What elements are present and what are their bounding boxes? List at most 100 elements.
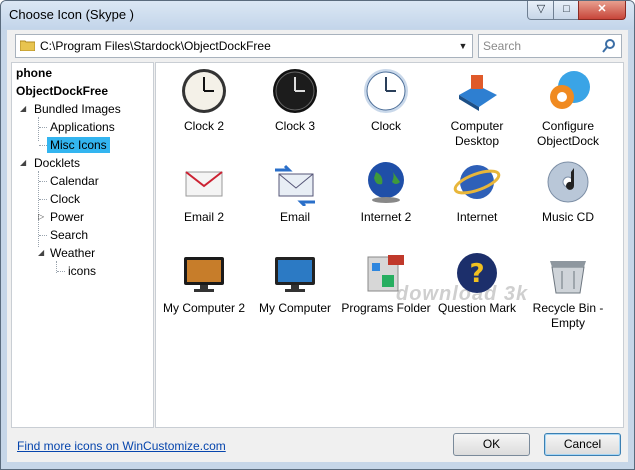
tree-item-phone[interactable]: phone [16, 65, 52, 81]
expanded-arrow-icon[interactable]: ◢ [38, 245, 44, 261]
folder-tree: phone ObjectDockFree ◢ Bundled Images Ap… [11, 62, 154, 428]
icon-label: Email [279, 210, 310, 224]
icon-item-internet[interactable]: Internet [432, 158, 522, 225]
icon-item-internet-2[interactable]: Internet 2 [341, 158, 431, 225]
search-icon[interactable] [601, 38, 617, 54]
icon-item-recycle-bin-empty[interactable]: Recycle Bin - Empty [523, 249, 613, 331]
icon-label: Clock 2 [183, 119, 224, 133]
tree-guide-line [39, 199, 47, 200]
ok-button[interactable]: OK [453, 433, 530, 456]
tree-item-search[interactable]: Search [50, 227, 88, 243]
tree-label: Applications [50, 120, 115, 134]
monitor-icon [184, 257, 224, 292]
icon-label: Internet 2 [360, 210, 412, 224]
close-button[interactable]: ✕ [578, 1, 626, 20]
icon-item-clock-3[interactable]: Clock 3 [250, 67, 340, 134]
dialog-window: Choose Icon (Skype ) ▽ □ ✕ C:\Program Fi… [0, 0, 635, 470]
icon-item-computer-desktop[interactable]: Computer Desktop [432, 67, 522, 149]
tree-label: icons [68, 264, 97, 278]
path-combobox[interactable]: C:\Program Files\Stardock\ObjectDockFree… [15, 34, 473, 58]
tree-item-calendar[interactable]: Calendar [50, 173, 99, 189]
tree-guide-line [38, 117, 39, 141]
chevron-down-icon[interactable]: ▼ [454, 35, 472, 57]
tree-label: phone [16, 66, 52, 80]
icon-item-email-2[interactable]: Email 2 [159, 158, 249, 225]
tree-item-weather[interactable]: Weather [50, 245, 95, 261]
tree-item-bundled-images[interactable]: Bundled Images [34, 101, 121, 117]
tree-label: Weather [50, 246, 96, 260]
icon-label: Configure ObjectDock [536, 119, 600, 148]
tree-label: Clock [50, 192, 81, 206]
tree-item-misc-icons[interactable]: Misc Icons [47, 137, 110, 153]
window-title: Choose Icon (Skype ) [9, 7, 135, 22]
tree-item-objectdockfree[interactable]: ObjectDockFree [16, 83, 108, 99]
icon-label: Internet [456, 210, 498, 224]
icon-item-programs-folder[interactable]: Programs Folder [341, 249, 431, 316]
icon-item-clock[interactable]: Clock [341, 67, 431, 134]
tree-item-clock[interactable]: Clock [50, 191, 80, 207]
recycle-bin-icon [550, 261, 586, 294]
icon-label: Question Mark [437, 301, 517, 315]
icon-grid: download 3k Clock 2 Clock 3 Clock Comput… [155, 62, 624, 428]
icon-item-configure-objectdock[interactable]: Configure ObjectDock [523, 67, 613, 149]
email-envelope-icon [185, 171, 223, 197]
maximize-icon: □ [563, 3, 570, 15]
minimize-button[interactable]: ▽ [527, 1, 555, 20]
tree-item-docklets[interactable]: Docklets [34, 155, 80, 171]
tree-guide-line [39, 235, 47, 236]
tree-item-icons[interactable]: icons [68, 263, 96, 279]
icon-item-my-computer[interactable]: My Computer [250, 249, 340, 316]
title-bar[interactable]: Choose Icon (Skype ) ▽ □ ✕ [1, 1, 634, 29]
tree-label: Bundled Images [34, 102, 121, 116]
icon-item-question-mark[interactable]: ? Question Mark [432, 249, 522, 316]
monitor-blue-icon [275, 257, 315, 292]
icon-label: My Computer 2 [162, 301, 246, 315]
configure-objectdock-icon [550, 71, 590, 109]
globe-ring-icon [453, 165, 501, 199]
icon-item-music-cd[interactable]: Music CD [523, 158, 613, 225]
tree-item-power[interactable]: Power [50, 209, 84, 225]
icon-label: Clock 3 [274, 119, 315, 133]
icon-item-my-computer-2[interactable]: My Computer 2 [159, 249, 249, 316]
question-mark-icon: ? [457, 253, 497, 293]
collapsed-arrow-icon[interactable]: ▷ [38, 209, 44, 225]
folder-icon [20, 40, 35, 51]
icon-label: Computer Desktop [450, 119, 504, 148]
svg-text:?: ? [469, 259, 484, 289]
cancel-button[interactable]: Cancel [544, 433, 621, 456]
tree-guide-line [57, 271, 65, 272]
clock-black-icon [273, 69, 317, 113]
tree-label: Power [50, 210, 85, 224]
close-icon: ✕ [597, 3, 607, 15]
expanded-arrow-icon[interactable]: ◢ [20, 101, 26, 117]
tree-label: Calendar [50, 174, 99, 188]
minimize-icon: ▽ [536, 3, 546, 15]
tree-label: Search [50, 228, 89, 242]
icon-label: Programs Folder [341, 301, 431, 315]
icon-label: Clock [370, 119, 401, 133]
path-value: C:\Program Files\Stardock\ObjectDockFree [40, 39, 271, 53]
tree-guide-line [39, 127, 47, 128]
tree-guide-line [39, 181, 47, 182]
icon-label: Email 2 [183, 210, 224, 224]
icon-label: Recycle Bin - Empty [532, 301, 604, 330]
tree-item-applications[interactable]: Applications [50, 119, 115, 135]
tree-label: ObjectDockFree [16, 84, 109, 98]
tree-label: Misc Icons [50, 138, 107, 152]
icon-item-email[interactable]: Email [250, 158, 340, 225]
computer-desktop-icon [459, 75, 497, 111]
email-arrows-icon [275, 164, 315, 206]
programs-folder-icon [367, 255, 404, 292]
globe-icon [368, 162, 404, 203]
maximize-button[interactable]: □ [553, 1, 580, 20]
tree-guide-line [39, 145, 47, 146]
tree-label: Docklets [34, 156, 81, 170]
icon-item-clock-2[interactable]: Clock 2 [159, 67, 249, 134]
find-more-icons-link[interactable]: Find more icons on WinCustomize.com [17, 439, 226, 453]
search-placeholder: Search [483, 39, 522, 53]
search-input[interactable]: Search [478, 34, 622, 58]
expanded-arrow-icon[interactable]: ◢ [20, 155, 26, 171]
icon-label: My Computer [258, 301, 332, 315]
clock-blue-icon [364, 69, 408, 113]
dialog-client: C:\Program Files\Stardock\ObjectDockFree… [7, 30, 628, 462]
